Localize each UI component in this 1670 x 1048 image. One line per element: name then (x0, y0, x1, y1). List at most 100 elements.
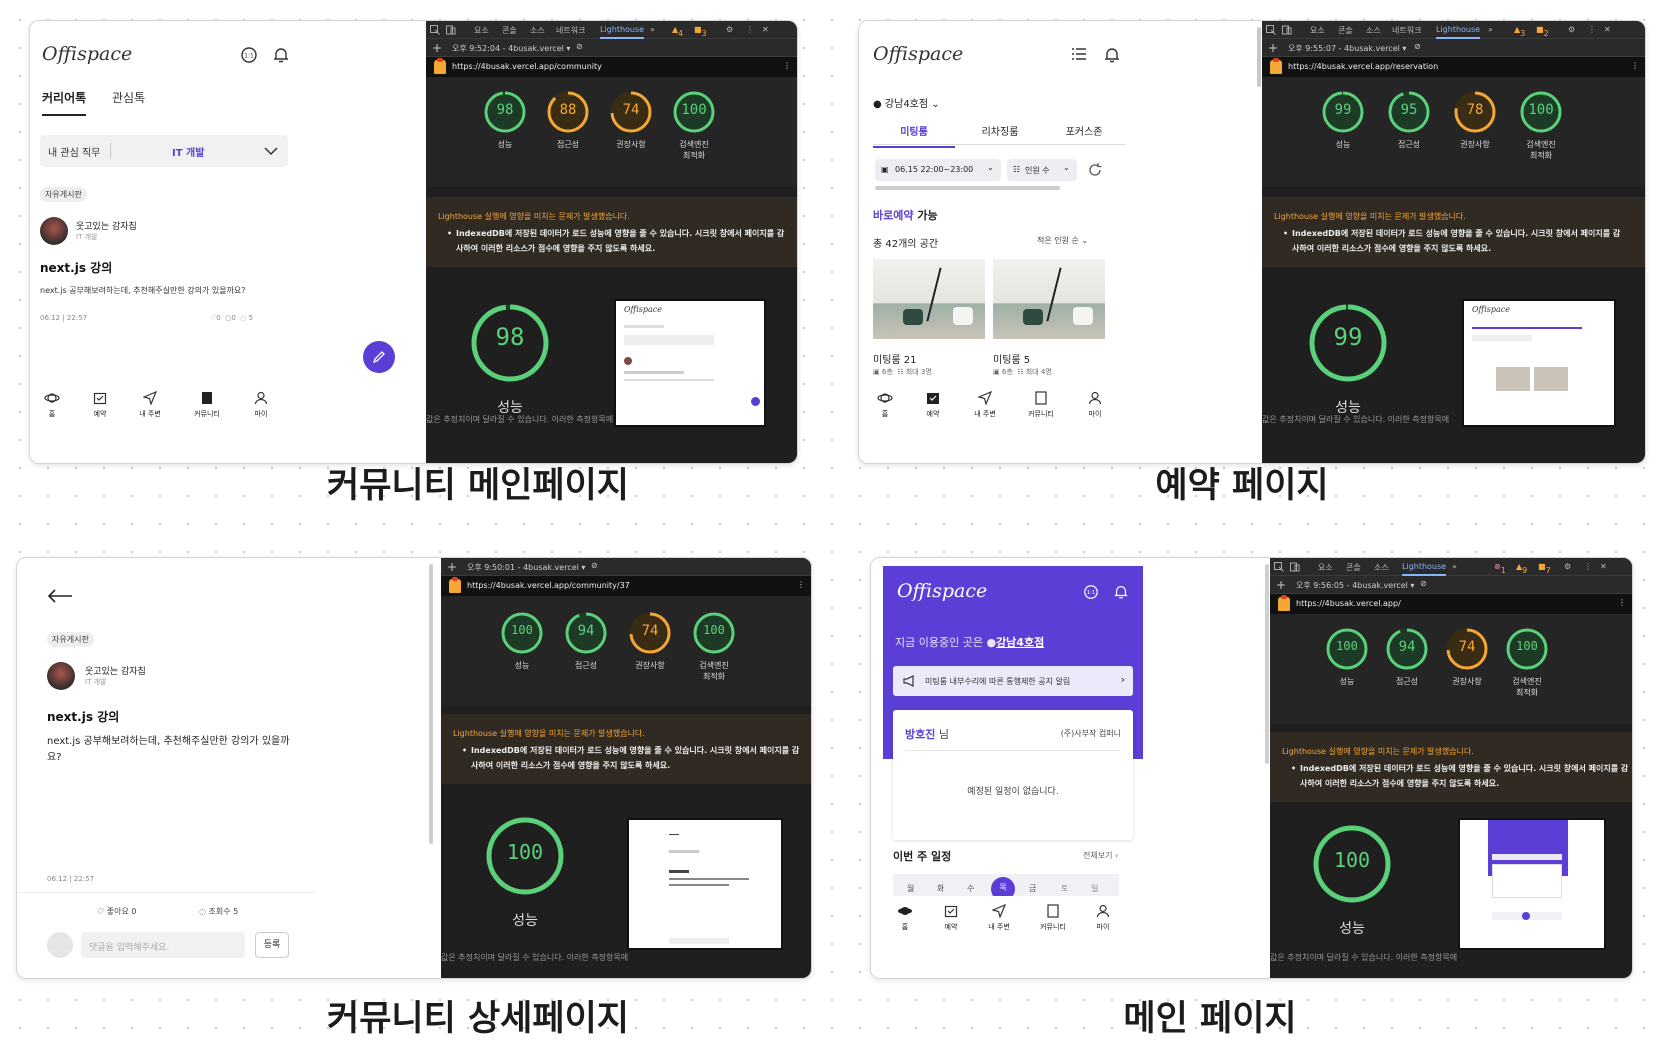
more-menu-icon[interactable]: ⋮ (1584, 562, 1592, 571)
device-toggle-icon[interactable] (446, 25, 456, 35)
day-mon[interactable]: 월 (907, 883, 914, 894)
close-icon[interactable]: ✕ (1604, 25, 1611, 34)
back-arrow-icon[interactable] (47, 588, 73, 604)
list-icon[interactable] (1071, 46, 1087, 62)
nav-nearby[interactable]: 내 주변 (965, 391, 1005, 419)
url-menu-icon[interactable]: ⋮ (783, 61, 791, 70)
report-select[interactable]: 오후 9:55:07 - 4busak.vercel ▾ (1288, 43, 1406, 54)
error-badge[interactable]: ⊗ 1 (1494, 562, 1506, 575)
device-toggle-icon[interactable] (1282, 25, 1292, 35)
devtools-tab-network[interactable]: 네트워크 (556, 25, 585, 36)
url-menu-icon[interactable]: ⋮ (797, 580, 805, 589)
devtools-tab-sources[interactable]: 소스 (1366, 25, 1381, 36)
more-menu-icon[interactable]: ⋮ (746, 25, 754, 34)
clear-icon[interactable]: ⊘ (1420, 579, 1427, 588)
report-select[interactable]: 오후 9:56:05 - 4busak.vercel ▾ (1296, 580, 1414, 591)
sort-select[interactable]: 적은 인원 순 ⌄ (1037, 235, 1088, 246)
bell-icon[interactable] (1103, 46, 1121, 64)
settings-gear-icon[interactable]: ⚙ (1564, 562, 1571, 571)
devtools-tab-console[interactable]: 콘솔 (502, 25, 517, 36)
report-select[interactable]: 오후 9:52:04 - 4busak.vercel ▾ (452, 43, 570, 54)
scrollbar[interactable] (1265, 564, 1269, 764)
tab-career[interactable]: 커리어톡 (42, 89, 87, 116)
bell-icon[interactable] (272, 46, 290, 64)
close-icon[interactable]: ✕ (1600, 562, 1607, 571)
day-wed[interactable]: 수 (967, 883, 974, 894)
devtools-tab-lighthouse[interactable]: Lighthouse (600, 25, 645, 39)
more-tabs-icon[interactable]: » (650, 25, 655, 34)
tab-focus-zone[interactable]: 포커스존 (1043, 123, 1125, 138)
inspect-icon[interactable] (430, 25, 440, 35)
nav-my[interactable]: 마이 (1083, 904, 1123, 932)
clear-icon[interactable]: ⊘ (576, 42, 583, 51)
day-sun[interactable]: 일 (1091, 883, 1098, 894)
nav-my[interactable]: 마이 (241, 391, 281, 419)
devtools-tab-console[interactable]: 콘솔 (1346, 562, 1361, 573)
issue-badge[interactable]: ■ 7 (1538, 562, 1551, 575)
scrollbar[interactable] (1257, 27, 1261, 87)
devtools-tab-lighthouse[interactable]: Lighthouse (1436, 25, 1481, 39)
more-tabs-icon[interactable]: » (1452, 562, 1457, 571)
room-card[interactable]: 미팅룸 21 ▣ 6층 ☷ 최대 3명 (873, 259, 985, 379)
like-button[interactable]: ♡ 좋아요 0 (97, 906, 136, 917)
refresh-icon[interactable] (1087, 162, 1103, 178)
job-select[interactable]: 내 관심 직무 IT 개발 (40, 135, 288, 167)
add-report-icon[interactable]: + (447, 560, 457, 574)
nav-nearby[interactable]: 내 주변 (130, 391, 170, 419)
issue-badge[interactable]: ■ 3 (694, 25, 707, 38)
devtools-tab-elements[interactable]: 요소 (1310, 25, 1325, 36)
view-all-link[interactable]: 전체보기 › (1083, 850, 1118, 861)
chat-icon[interactable]: 1:1 (1083, 584, 1099, 600)
warning-badge[interactable]: ▲ 9 (1516, 562, 1527, 575)
room-card[interactable]: 미팅룸 5 ▣ 6층 ☷ 최대 4명 (993, 259, 1105, 379)
nav-community[interactable]: 커뮤니티 (187, 391, 227, 419)
date-filter[interactable]: ▣ 06.15 22:00~23:00 ⌄ (875, 159, 1001, 181)
nav-reserve[interactable]: 예약 (913, 391, 953, 419)
submit-comment-button[interactable]: 등록 (255, 932, 289, 958)
nav-community[interactable]: 커뮤니티 (1033, 904, 1073, 932)
devtools-tab-sources[interactable]: 소스 (530, 25, 545, 36)
nav-community[interactable]: 커뮤니티 (1021, 391, 1061, 419)
post-body[interactable]: next.js 공부해보려하는데, 추천해주실만한 강의가 있을까요? (40, 285, 246, 296)
devtools-tab-elements[interactable]: 요소 (1318, 562, 1333, 573)
clear-icon[interactable]: ⊘ (591, 561, 598, 570)
write-button[interactable] (363, 341, 395, 373)
scrollbar[interactable] (429, 564, 433, 844)
nav-my[interactable]: 마이 (1075, 391, 1115, 419)
devtools-tab-lighthouse[interactable]: Lighthouse (1402, 562, 1447, 576)
inspect-icon[interactable] (1266, 25, 1276, 35)
nav-home[interactable]: 홈 (865, 391, 905, 419)
day-tue[interactable]: 화 (937, 883, 944, 894)
people-filter[interactable]: ☷ 인원 수 ⌄ (1007, 159, 1077, 181)
add-report-icon[interactable]: + (432, 41, 442, 55)
devtools-tab-network[interactable]: 네트워크 (1392, 25, 1421, 36)
chat-icon[interactable]: 1:1 (240, 46, 258, 64)
day-sat[interactable]: 토 (1061, 883, 1068, 894)
clear-icon[interactable]: ⊘ (1414, 42, 1421, 51)
report-select[interactable]: 오후 9:50:01 - 4busak.vercel ▾ (467, 562, 585, 573)
branch-selector[interactable]: ● 강남4호점 ⌄ (873, 95, 940, 110)
day-fri[interactable]: 금 (1029, 883, 1036, 894)
url-menu-icon[interactable]: ⋮ (1631, 61, 1639, 70)
more-tabs-icon[interactable]: » (1488, 25, 1493, 34)
warning-badge[interactable]: ▲ 4 (672, 25, 683, 38)
devtools-tab-console[interactable]: 콘솔 (1338, 25, 1353, 36)
notice-banner[interactable]: 미팅룸 내부수리에 따른 통행제한 공지 알림 › (893, 666, 1133, 696)
day-thu[interactable]: 목 (991, 877, 1015, 896)
url-menu-icon[interactable]: ⋮ (1618, 598, 1626, 607)
post-title[interactable]: next.js 강의 (40, 259, 112, 276)
nav-reserve[interactable]: 예약 (931, 904, 971, 932)
tab-interest[interactable]: 관심톡 (112, 89, 145, 106)
tab-recharging-room[interactable]: 리차징룸 (959, 123, 1041, 138)
device-toggle-icon[interactable] (1290, 562, 1300, 572)
more-menu-icon[interactable]: ⋮ (1588, 25, 1596, 34)
devtools-tab-sources[interactable]: 소스 (1374, 562, 1389, 573)
add-report-icon[interactable]: + (1268, 41, 1278, 55)
add-report-icon[interactable]: + (1276, 578, 1286, 592)
settings-gear-icon[interactable]: ⚙ (1568, 25, 1575, 34)
comment-input[interactable]: 댓글을 입력해주세요. (81, 932, 245, 958)
inspect-icon[interactable] (1274, 562, 1284, 572)
devtools-tab-elements[interactable]: 요소 (474, 25, 489, 36)
available-link[interactable]: 바로예약 (873, 209, 913, 222)
settings-gear-icon[interactable]: ⚙ (726, 25, 733, 34)
